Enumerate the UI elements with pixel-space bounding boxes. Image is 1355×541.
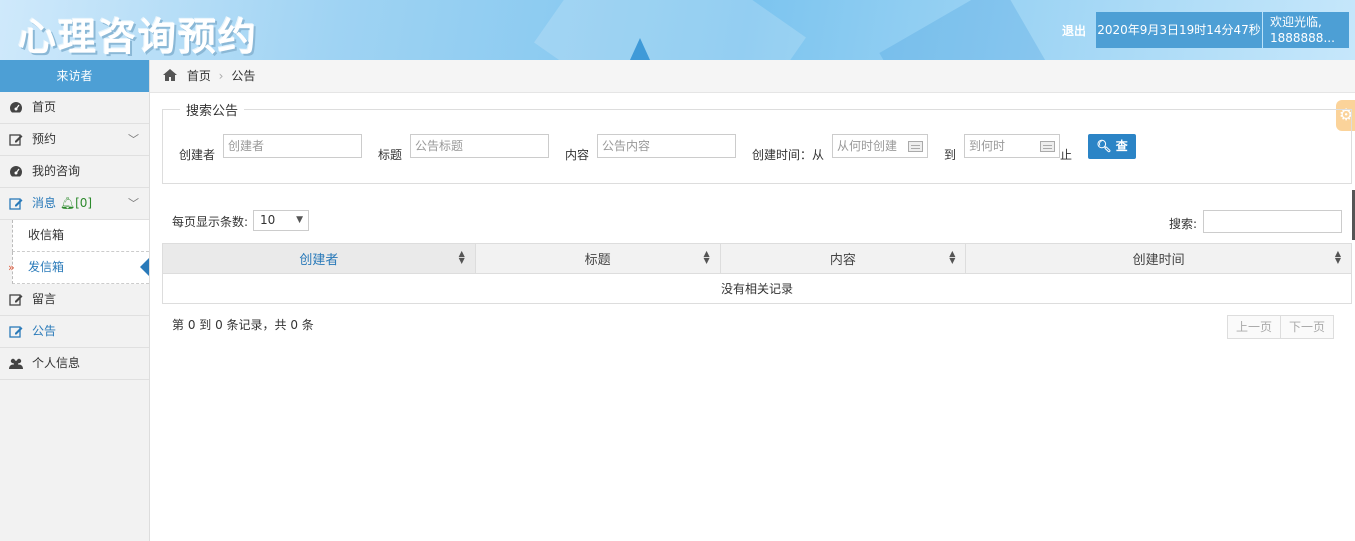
- sort-icon: ▲ ▼: [458, 249, 465, 265]
- app-header: 心理咨询预约 退出 2020年9月3日19时14分47秒 欢迎光临, 18888…: [0, 0, 1355, 60]
- username: 1888888...: [1270, 31, 1335, 45]
- sidebar-item-outbox[interactable]: » 发信箱: [8, 252, 149, 284]
- title-label: 标题: [378, 148, 403, 162]
- sidebar-item-profile[interactable]: 个人信息: [0, 348, 149, 380]
- sidebar-item-label: 预约: [32, 132, 57, 146]
- sidebar-item-label: 公告: [32, 324, 57, 338]
- prev-page-button[interactable]: 上一页: [1227, 315, 1282, 339]
- records-info: 第 0 到 0 条记录，共 0 条: [172, 318, 314, 332]
- column-label: 创建时间: [1132, 253, 1185, 268]
- creator-input[interactable]: 创建者: [223, 134, 362, 158]
- sidebar-item-messages[interactable]: 消息 🔔︎[0] ﹀: [0, 188, 149, 220]
- sidebar-item-label: 收信箱: [28, 228, 65, 242]
- column-label: 标题: [584, 253, 611, 268]
- active-indicator: [140, 258, 149, 276]
- calendar-icon[interactable]: [1040, 141, 1055, 152]
- pagination: 上一页 下一页: [1227, 315, 1335, 339]
- search-form-legend: 搜索公告: [180, 100, 245, 119]
- table-header-row: 创建者 ▲ ▼ 标题 ▲ ▼ 内容 ▲ ▼ 创建时间 ▲ ▼: [162, 243, 1352, 274]
- search-icon: 🔍︎: [1096, 139, 1112, 153]
- users-icon: [9, 358, 23, 369]
- next-page-button[interactable]: 下一页: [1281, 315, 1335, 339]
- sidebar-item-guestbook[interactable]: 留言: [0, 284, 149, 316]
- bell-icon: 🔔︎: [59, 196, 76, 210]
- query-button[interactable]: 🔍︎ 查: [1088, 134, 1136, 159]
- creator-label: 创建者: [179, 148, 216, 162]
- query-button-label: 查: [1115, 139, 1128, 153]
- datetime-display: 2020年9月3日19时14分47秒: [1096, 12, 1262, 48]
- sort-icon: ▲ ▼: [1334, 249, 1342, 265]
- calendar-icon[interactable]: [908, 141, 923, 152]
- sidebar-item-my-consultation[interactable]: 我的咨询: [0, 156, 149, 188]
- to-label: 到: [944, 148, 957, 162]
- breadcrumb: 首页 › 公告: [150, 60, 1355, 93]
- table-row: 没有相关记录: [162, 273, 1352, 304]
- column-header-title[interactable]: 标题 ▲ ▼: [474, 243, 721, 274]
- sort-icon: ▲ ▼: [949, 249, 956, 265]
- sidebar-title: 来访者: [0, 60, 149, 92]
- sidebar-item-appointment[interactable]: 预约 ﹀: [0, 124, 149, 156]
- table-search-label: 搜索:: [1169, 217, 1198, 231]
- dashboard-icon: [10, 102, 22, 113]
- page-size-value: 10: [260, 213, 276, 227]
- empty-message: 没有相关记录: [162, 273, 1352, 304]
- app-logo: 心理咨询预约: [18, 15, 259, 59]
- logout-link[interactable]: 退出: [1062, 22, 1086, 39]
- date-from-input[interactable]: 从何时创建: [832, 134, 928, 158]
- page-size-label: 每页显示条数:: [172, 215, 249, 229]
- date-to-input[interactable]: 到何时: [964, 134, 1060, 158]
- announcement-table: 创建者 ▲ ▼ 标题 ▲ ▼ 内容 ▲ ▼ 创建时间 ▲ ▼ 没有相关记录: [162, 243, 1352, 304]
- breadcrumb-home[interactable]: 首页: [187, 69, 211, 83]
- edit-icon: [9, 294, 23, 306]
- chevron-down-icon: ﹀: [128, 197, 139, 210]
- column-header-create-time[interactable]: 创建时间 ▲ ▼: [965, 243, 1352, 274]
- sidebar-item-label: 首页: [32, 100, 57, 114]
- dashboard-icon: [10, 166, 22, 177]
- home-icon: [163, 69, 177, 81]
- header-decoration: [630, 38, 650, 60]
- date-to-placeholder: 到何时: [969, 139, 1006, 153]
- edit-icon: [9, 198, 23, 210]
- edit-icon: [9, 326, 23, 338]
- sidebar-item-home[interactable]: 首页: [0, 92, 149, 124]
- sidebar-item-label: 留言: [32, 292, 57, 306]
- create-time-label: 创建时间：从: [752, 148, 825, 162]
- breadcrumb-current: 公告: [231, 69, 256, 83]
- page-size-select[interactable]: 10 ▼: [253, 210, 309, 231]
- edit-icon: [9, 134, 23, 146]
- sidebar-item-inbox[interactable]: 收信箱: [12, 220, 149, 252]
- sidebar-item-label: 个人信息: [32, 356, 81, 370]
- header-decoration: [534, 0, 806, 60]
- title-input[interactable]: 公告标题: [410, 134, 549, 158]
- sidebar-item-label: 消息: [32, 196, 57, 210]
- header-decoration: [879, 0, 1061, 60]
- sidebar-item-label: 我的咨询: [32, 164, 81, 178]
- breadcrumb-separator-icon: ›: [218, 69, 224, 83]
- caret-down-icon: ▼: [296, 215, 303, 225]
- welcome-text: 欢迎光临,: [1270, 15, 1322, 29]
- date-from-placeholder: 从何时创建: [837, 139, 898, 153]
- sidebar: 来访者 首页 预约 ﹀ 我的咨询 消息 🔔︎[0] ﹀ 收信箱 » 发信箱 留言…: [0, 60, 150, 541]
- sidebar-item-announcements[interactable]: 公告: [0, 316, 149, 348]
- column-label: 内容: [829, 253, 856, 268]
- end-label: 止: [1060, 148, 1073, 162]
- welcome-user: 欢迎光临, 1888888...: [1263, 12, 1349, 48]
- sort-icon: ▲ ▼: [703, 249, 710, 265]
- column-label: 创建者: [299, 253, 339, 268]
- table-search-input[interactable]: [1203, 210, 1342, 233]
- content-label: 内容: [565, 148, 590, 162]
- sidebar-item-label: 发信箱: [28, 260, 65, 274]
- column-header-creator[interactable]: 创建者 ▲ ▼: [162, 243, 476, 274]
- message-count-badge: [0]: [75, 196, 93, 210]
- column-header-content[interactable]: 内容 ▲ ▼: [719, 243, 967, 274]
- content-input[interactable]: 公告内容: [597, 134, 736, 158]
- double-chevron-right-icon: »: [8, 261, 15, 274]
- chevron-down-icon: ﹀: [128, 133, 139, 146]
